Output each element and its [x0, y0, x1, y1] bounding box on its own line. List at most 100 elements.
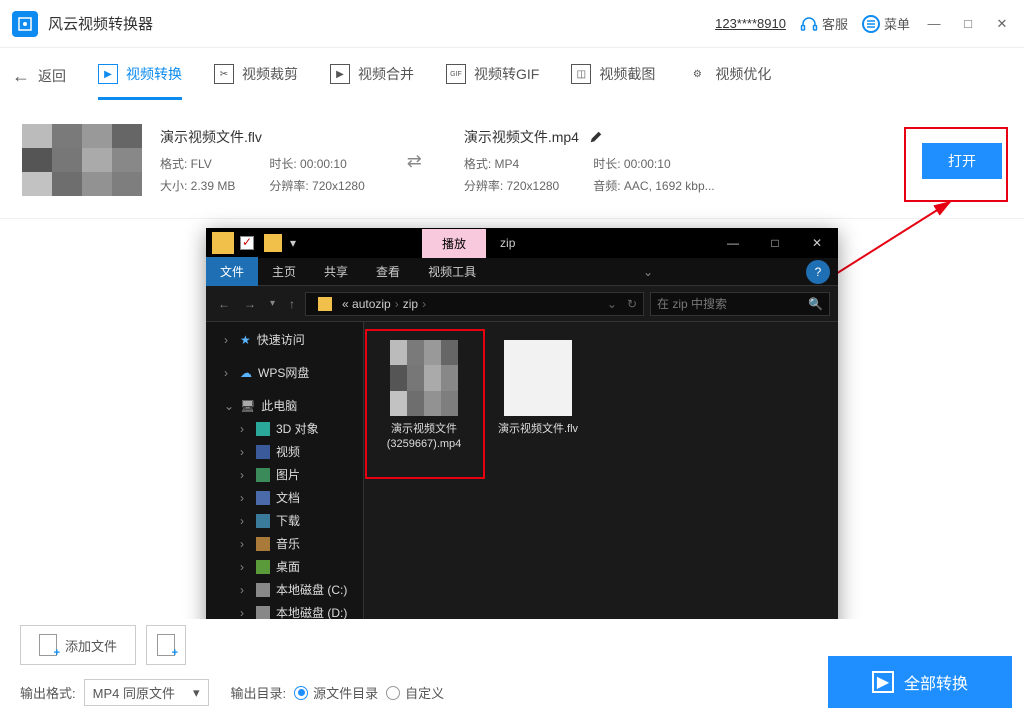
explorer-sidebar: ›★快速访问 ›☁WPS网盘 ⌄🖥此电脑 ›3D 对象 ›视频 ›图片 ›文档 … — [206, 322, 364, 636]
explorer-search[interactable]: 在 zip 中搜索 🔍 — [650, 292, 830, 316]
menu-icon — [862, 15, 880, 33]
ribbon-home[interactable]: 主页 — [258, 257, 310, 286]
edit-icon[interactable] — [589, 130, 603, 144]
input-filename: 演示视频文件.flv — [160, 124, 365, 151]
output-filename: 演示视频文件.mp4 — [464, 124, 579, 151]
folder-icon-small — [264, 234, 282, 252]
support-label: 客服 — [822, 14, 848, 33]
minimize-button[interactable]: — — [924, 14, 944, 34]
file-label: 演示视频文件.flv — [490, 422, 586, 437]
sidebar-downloads[interactable]: ›下载 — [206, 509, 363, 532]
input-info: 演示视频文件.flv 格式: FLV 大小: 2.39 MB 时长: 00:00… — [160, 124, 365, 198]
ribbon-help[interactable]: ? — [806, 260, 830, 284]
output-format-label: 输出格式: — [20, 683, 76, 702]
explorer-ribbon: 文件 主页 共享 查看 视频工具 ⌄ ? — [206, 258, 838, 286]
radio-custom-dir[interactable]: 自定义 — [386, 683, 444, 702]
explorer-maximize[interactable]: □ — [754, 228, 796, 258]
window-title: zip — [486, 230, 529, 256]
gif-icon: GIF — [446, 64, 466, 84]
nav-forward[interactable]: → — [240, 295, 260, 313]
explorer-titlebar[interactable]: ▾ 播放 zip — □ ✕ — [206, 228, 838, 258]
folder-icon — [212, 232, 234, 254]
explorer-close[interactable]: ✕ — [796, 228, 838, 258]
account-link[interactable]: 123****8910 — [715, 16, 786, 31]
nav-history[interactable]: ▾ — [266, 296, 279, 311]
nav-dropdown[interactable]: ⌄ — [607, 297, 617, 311]
folder-icon — [318, 297, 332, 311]
crop-icon: ✂ — [214, 64, 234, 84]
menu-label: 菜单 — [884, 14, 910, 33]
close-button[interactable]: ✕ — [992, 14, 1012, 34]
sidebar-3d[interactable]: ›3D 对象 — [206, 417, 363, 440]
tab-screenshot[interactable]: ◫视频截图 — [571, 64, 655, 88]
back-button[interactable]: ←返回 — [12, 66, 66, 87]
convert-all-button[interactable]: ▶ 全部转换 — [828, 656, 1012, 708]
ribbon-expand[interactable]: ⌄ — [635, 265, 661, 279]
optimize-icon: ⚙ — [687, 64, 707, 84]
context-tab-play[interactable]: 播放 — [422, 229, 486, 258]
qat-overflow[interactable]: ▾ — [290, 236, 296, 250]
ribbon-view[interactable]: 查看 — [362, 257, 414, 286]
chevron-down-icon: ▾ — [193, 685, 200, 701]
support-button[interactable]: 客服 — [800, 14, 848, 33]
qat-check-icon — [240, 236, 254, 250]
input-resolution: 分辨率: 720x1280 — [269, 175, 364, 198]
sidebar-documents[interactable]: ›文档 — [206, 486, 363, 509]
output-format: 格式: MP4 — [464, 153, 559, 176]
tab-crop[interactable]: ✂视频裁剪 — [214, 64, 298, 88]
file-label: 演示视频文件(3259667).mp4 — [376, 422, 472, 453]
file-explorer-window: ▾ 播放 zip — □ ✕ 文件 主页 共享 查看 视频工具 ⌄ ? ← → … — [206, 228, 838, 660]
open-button[interactable]: 打开 — [922, 143, 1002, 179]
tab-convert[interactable]: ▶视频转换 — [98, 64, 182, 88]
screenshot-icon: ◫ — [571, 64, 591, 84]
ribbon-file[interactable]: 文件 — [206, 257, 258, 286]
nav-up[interactable]: ↑ — [285, 295, 299, 313]
search-icon: 🔍 — [808, 297, 823, 311]
output-info: 演示视频文件.mp4 格式: MP4 分辨率: 720x1280 时长: 00:… — [464, 124, 715, 198]
sidebar-this-pc[interactable]: ⌄🖥此电脑 — [206, 394, 363, 417]
plus-icon — [39, 634, 57, 656]
explorer-minimize[interactable]: — — [712, 228, 754, 258]
add-folder-button[interactable] — [146, 625, 186, 665]
file-item: 演示视频文件.flv 格式: FLV 大小: 2.39 MB 时长: 00:00… — [0, 104, 1024, 219]
menu-button[interactable]: 菜单 — [862, 14, 910, 33]
sidebar-music[interactable]: ›音乐 — [206, 532, 363, 555]
explorer-address-bar: ← → ▾ ↑ « autozip› zip› ⌄ ↻ 在 zip 中搜索 🔍 — [206, 286, 838, 322]
input-format: 格式: FLV — [160, 153, 235, 176]
sidebar-desktop[interactable]: ›桌面 — [206, 555, 363, 578]
sidebar-quick-access[interactable]: ›★快速访问 — [206, 328, 363, 351]
maximize-button[interactable]: □ — [958, 14, 978, 34]
input-duration: 时长: 00:00:10 — [269, 153, 364, 176]
nav-back[interactable]: ← — [214, 295, 234, 313]
tab-merge[interactable]: ▶视频合并 — [330, 64, 414, 88]
sidebar-disk-c[interactable]: ›本地磁盘 (C:) — [206, 578, 363, 601]
breadcrumb[interactable]: « autozip› zip› ⌄ ↻ — [305, 292, 644, 316]
merge-icon: ▶ — [330, 64, 350, 84]
sidebar-wps[interactable]: ›☁WPS网盘 — [206, 361, 363, 384]
sidebar-videos[interactable]: ›视频 — [206, 440, 363, 463]
output-format-select[interactable]: MP4 同原文件▾ — [84, 679, 209, 706]
explorer-content[interactable]: 演示视频文件(3259667).mp4 演示视频文件.flv — [364, 322, 838, 636]
app-logo — [12, 11, 38, 37]
radio-source-dir[interactable]: 源文件目录 — [294, 683, 378, 702]
output-dir-label: 输出目录: — [231, 683, 287, 702]
play-icon: ▶ — [872, 671, 894, 693]
convert-icon: ▶ — [98, 64, 118, 84]
file-thumbnail — [504, 340, 572, 416]
output-audio: 音频: AAC, 1692 kbp... — [593, 175, 714, 198]
file-thumbnail — [390, 340, 458, 416]
ribbon-video-tools[interactable]: 视频工具 — [414, 257, 490, 286]
refresh-icon[interactable]: ↻ — [627, 297, 637, 311]
add-file-button[interactable]: 添加文件 — [20, 625, 136, 665]
title-bar: 风云视频转换器 123****8910 客服 菜单 — □ ✕ — [0, 0, 1024, 48]
output-duration: 时长: 00:00:10 — [593, 153, 714, 176]
swap-icon: ⇄ — [407, 151, 422, 172]
ribbon-share[interactable]: 共享 — [310, 257, 362, 286]
file-item-mp4[interactable]: 演示视频文件(3259667).mp4 — [376, 340, 472, 453]
tab-optimize[interactable]: ⚙视频优化 — [687, 64, 771, 88]
plus-icon — [157, 634, 175, 656]
file-item-flv[interactable]: 演示视频文件.flv — [490, 340, 586, 437]
sidebar-pictures[interactable]: ›图片 — [206, 463, 363, 486]
tab-gif[interactable]: GIF视频转GIF — [446, 64, 539, 88]
input-thumbnail — [22, 124, 142, 196]
